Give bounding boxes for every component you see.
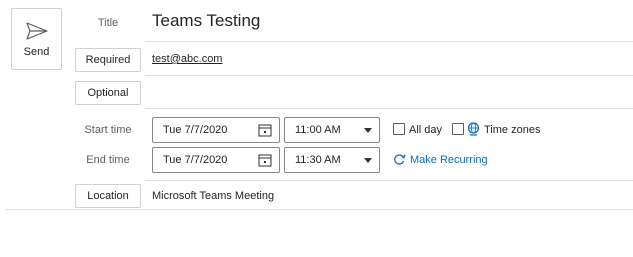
start-time-dropdown[interactable]: 11:00 AM — [284, 117, 380, 143]
end-time-label: End time — [86, 154, 130, 166]
start-time-label: Start time — [84, 124, 132, 136]
calendar-icon — [258, 154, 272, 167]
start-date-value: Tue 7/7/2020 — [163, 124, 228, 136]
end-date-picker[interactable]: Tue 7/7/2020 — [152, 147, 280, 173]
end-date-value: Tue 7/7/2020 — [163, 154, 228, 166]
time-zones-label: Time zones — [484, 124, 541, 136]
time-divider — [145, 180, 633, 181]
required-button[interactable]: Required — [75, 48, 141, 72]
optional-button[interactable]: Optional — [75, 81, 141, 105]
location-input[interactable]: Microsoft Teams Meeting — [152, 190, 274, 202]
required-recipient[interactable]: test@abc.com — [152, 53, 222, 65]
end-time-dropdown[interactable]: 11:30 AM — [284, 147, 380, 173]
location-divider — [5, 209, 633, 210]
end-time-value: 11:30 AM — [295, 154, 341, 166]
make-recurring-link[interactable]: Make Recurring — [410, 154, 488, 166]
title-input[interactable]: Teams Testing — [152, 11, 260, 31]
location-button[interactable]: Location — [75, 184, 141, 208]
start-time-value: 11:00 AM — [295, 124, 341, 136]
send-label: Send — [23, 46, 50, 58]
calendar-icon — [258, 124, 272, 137]
recurring-icon[interactable] — [393, 153, 406, 166]
time-zones-checkbox[interactable] — [452, 123, 464, 135]
all-day-checkbox[interactable] — [393, 123, 405, 135]
title-label: Title — [97, 17, 119, 29]
optional-input[interactable] — [145, 80, 633, 106]
all-day-label: All day — [409, 124, 443, 136]
required-divider — [145, 75, 633, 76]
send-button[interactable]: Send — [11, 8, 62, 70]
title-divider — [145, 41, 633, 42]
send-icon — [25, 22, 48, 40]
globe-icon — [467, 122, 480, 136]
chevron-down-icon — [364, 128, 372, 133]
chevron-down-icon — [364, 158, 372, 163]
optional-divider — [145, 108, 633, 109]
start-date-picker[interactable]: Tue 7/7/2020 — [152, 117, 280, 143]
